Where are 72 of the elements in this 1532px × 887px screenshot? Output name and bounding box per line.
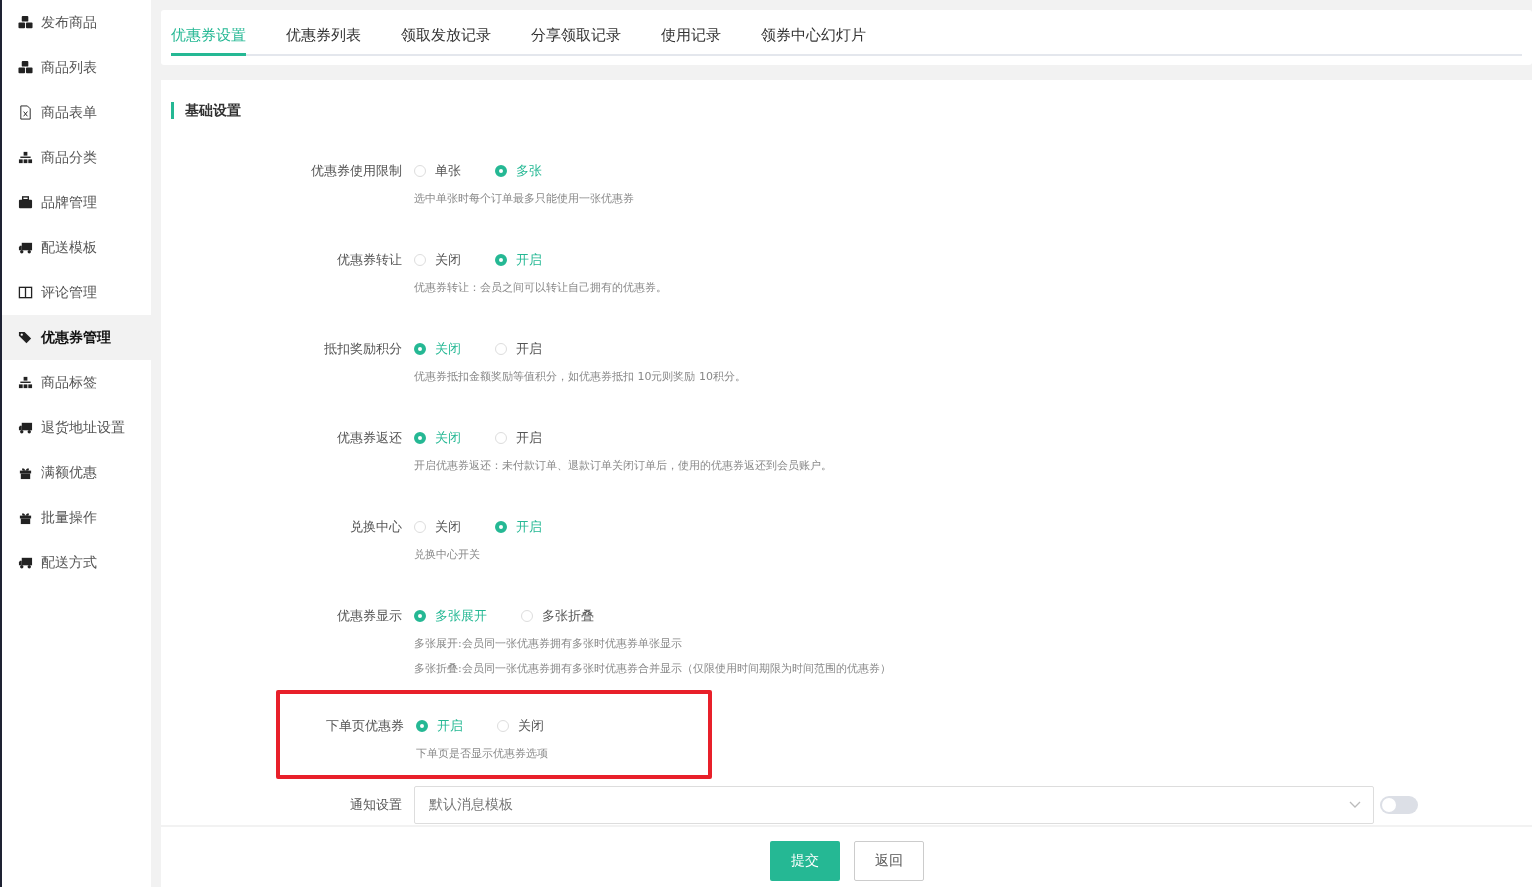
sidebar-label: 优惠券管理: [41, 328, 111, 347]
field-label: 优惠券返还: [336, 429, 403, 447]
toggle-switch[interactable]: [1380, 796, 1418, 814]
tab[interactable]: 优惠券列表: [286, 26, 361, 56]
hint-text: 开启优惠券返还：未付款订单、退款订单关闭订单后，使用的优惠券返还到会员账户。: [414, 458, 832, 473]
truck-icon: [18, 420, 33, 435]
field-label: 优惠券显示: [336, 607, 403, 625]
back-button[interactable]: 返回: [853, 841, 924, 881]
hint-text: 兑换中心开关: [414, 547, 481, 562]
tab[interactable]: 使用记录: [661, 26, 721, 56]
tab[interactable]: 领券中心幻灯片: [761, 26, 866, 56]
cubes-icon: [18, 15, 33, 30]
sidebar-label: 配送模板: [41, 238, 97, 257]
tag-icon: [18, 330, 33, 345]
sitemap-icon: [18, 150, 33, 165]
radio-option[interactable]: 关闭: [414, 518, 461, 536]
gift-icon: [18, 465, 33, 480]
field-label: 优惠券使用限制: [310, 162, 403, 180]
sidebar-label: 配送方式: [41, 553, 97, 572]
sidebar-item[interactable]: 商品标签: [2, 360, 151, 405]
hint-text: 优惠券抵扣金额奖励等值积分，如优惠券抵扣 10元则奖励 10积分。: [414, 369, 746, 384]
field-label: 通知设置: [349, 796, 403, 814]
sidebar-label: 商品列表: [41, 58, 97, 77]
sidebar-label: 品牌管理: [41, 193, 97, 212]
truck-icon: [18, 555, 33, 570]
section-title: 基础设置: [171, 102, 1532, 119]
sidebar-item[interactable]: 退货地址设置: [2, 405, 151, 450]
sidebar-item[interactable]: 商品列表: [2, 45, 151, 90]
sidebar-item[interactable]: 商品分类: [2, 135, 151, 180]
tab[interactable]: 领取发放记录: [401, 26, 491, 56]
sidebar-item[interactable]: 商品表单: [2, 90, 151, 135]
sidebar-label: 商品标签: [41, 373, 97, 392]
sidebar-item[interactable]: 满额优惠: [2, 450, 151, 495]
sidebar-label: 发布商品: [41, 13, 97, 32]
sitemap-icon: [18, 375, 33, 390]
radio-option[interactable]: 多张折叠: [521, 607, 594, 625]
hint-text: 多张折叠:会员同一张优惠券拥有多张时优惠券合并显示（仅限使用时间期限为时间范围的优惠券）: [414, 661, 891, 676]
field-label: 优惠券转让: [336, 251, 403, 269]
sidebar-label: 商品表单: [41, 103, 97, 122]
sidebar-item[interactable]: 批量操作: [2, 495, 151, 540]
sidebar-item[interactable]: 品牌管理: [2, 180, 151, 225]
columns-icon: [18, 285, 33, 300]
sidebar-item[interactable]: 发布商品: [2, 0, 151, 45]
sidebar-item[interactable]: 优惠券管理: [2, 315, 151, 360]
sidebar-label: 退货地址设置: [41, 418, 125, 437]
radio-option[interactable]: 单张: [414, 162, 461, 180]
radio-option[interactable]: 关闭: [414, 251, 461, 269]
radio-option[interactable]: 关闭: [497, 717, 544, 735]
sidebar-label: 批量操作: [41, 508, 97, 527]
sidebar-item[interactable]: 评论管理: [2, 270, 151, 315]
hint-text: 下单页是否显示优惠券选项: [416, 746, 549, 761]
field-label: 抵扣奖励积分: [323, 340, 403, 358]
sidebar-label: 评论管理: [41, 283, 97, 302]
field-label: 下单页优惠券: [325, 717, 405, 735]
tab[interactable]: 分享领取记录: [531, 26, 621, 56]
sidebar-label: 满额优惠: [41, 463, 97, 482]
cubes-icon: [18, 60, 33, 75]
file-icon: [18, 105, 33, 120]
radio-option[interactable]: 开启: [495, 340, 542, 358]
select-field[interactable]: 默认消息模板: [414, 786, 1374, 824]
hint-text: 多张展开:会员同一张优惠券拥有多张时优惠券单张显示: [414, 636, 683, 651]
chevron-down-icon: [1349, 801, 1361, 809]
sidebar-label: 商品分类: [41, 148, 97, 167]
sidebar-item[interactable]: 配送模板: [2, 225, 151, 270]
radio-option[interactable]: 开启: [495, 429, 542, 447]
gift-icon: [18, 510, 33, 525]
hint-text: 选中单张时每个订单最多只能使用一张优惠券: [414, 191, 634, 206]
sidebar-item[interactable]: 配送方式: [2, 540, 151, 585]
field-label: 兑换中心: [349, 518, 403, 536]
hint-text: 优惠券转让：会员之间可以转让自己拥有的优惠券。: [414, 280, 667, 295]
truck-icon: [18, 240, 33, 255]
briefcase-icon: [18, 195, 33, 210]
